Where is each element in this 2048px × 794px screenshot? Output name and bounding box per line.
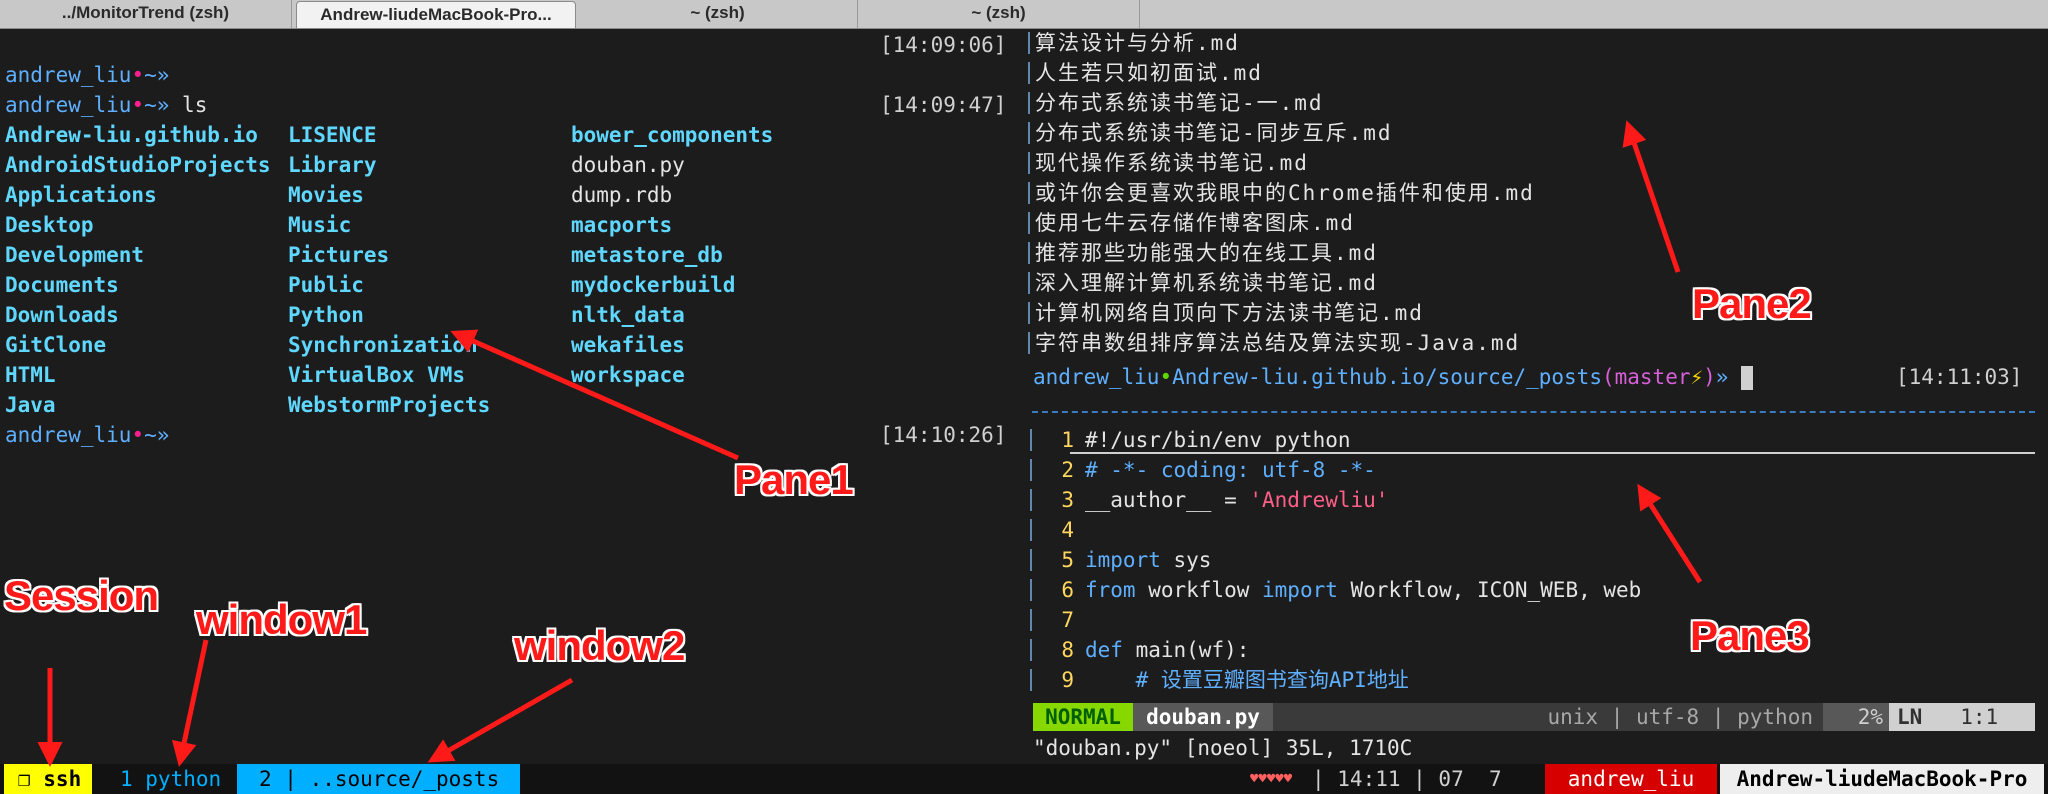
- arrow-window2: [427, 677, 574, 763]
- annotation-window1: window1: [196, 596, 367, 643]
- arrow-window1: [171, 639, 209, 767]
- annotation-pane1: Pane1: [734, 456, 854, 503]
- annotation-window2: window2: [514, 622, 685, 669]
- arrow-pane2: [1622, 120, 1681, 273]
- arrow-pane3: [1637, 483, 1703, 584]
- annotation-arrows: [37, 120, 1703, 767]
- annotation-pane3: Pane3: [1690, 612, 1810, 659]
- arrow-pane1: [450, 329, 740, 461]
- annotation-session: Session: [4, 572, 159, 619]
- annotation-pane2: Pane2: [1692, 280, 1812, 327]
